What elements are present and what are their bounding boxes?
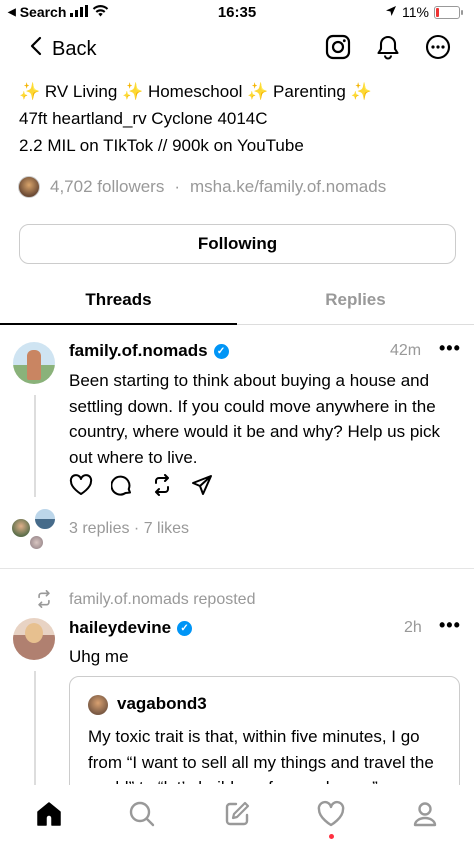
search-icon[interactable] (127, 799, 157, 829)
post-meta[interactable]: 3 replies · 7 likes (69, 520, 189, 538)
repost-label[interactable]: family.of.nomads reposted (69, 591, 255, 609)
followers-count[interactable]: 4,702 followers (50, 177, 164, 197)
notification-dot (329, 834, 334, 839)
location-arrow-icon (385, 4, 397, 20)
post-actions (69, 474, 213, 501)
post-text: Been starting to think about buying a ho… (69, 371, 441, 467)
repost-indicator-icon (35, 590, 53, 613)
home-icon[interactable] (34, 799, 64, 829)
profile-icon[interactable] (410, 799, 440, 829)
tab-replies[interactable]: Replies (237, 290, 474, 310)
compose-icon[interactable] (222, 799, 252, 829)
post-username[interactable]: family.of.nomads ✓ (69, 341, 229, 361)
profile-actions (324, 33, 452, 61)
post-time: 42m (390, 342, 422, 359)
bio-line: ✨ RV Living ✨ Homeschool ✨ Parenting ✨ (19, 82, 372, 101)
profile-link[interactable]: msha.ke/family.of.nomads (190, 177, 386, 197)
tab-divider (237, 324, 474, 325)
post-more-icon[interactable]: ••• (439, 338, 461, 359)
bio-line: 47ft heartland_rv Cyclone 4014C (19, 109, 268, 128)
verified-badge-icon: ✓ (177, 620, 193, 636)
back-label: Back (52, 37, 97, 60)
thread-line (34, 671, 36, 801)
back-button[interactable]: Back (30, 36, 96, 62)
avatar[interactable] (13, 342, 55, 384)
bottom-tab-bar (0, 785, 474, 842)
verified-badge-icon: ✓ (213, 343, 229, 359)
battery-percent: 11% (402, 4, 429, 20)
tab-threads[interactable]: Threads (0, 290, 237, 310)
post-more-icon[interactable]: ••• (439, 615, 461, 636)
instagram-icon[interactable] (324, 33, 352, 61)
share-icon[interactable] (191, 474, 213, 501)
active-tab-indicator (0, 323, 237, 325)
chevron-left-icon (30, 36, 42, 62)
status-right: 11% (385, 4, 463, 20)
repost-icon[interactable] (151, 474, 173, 501)
follower-avatar (18, 176, 40, 198)
quoted-text: My toxic trait is that, within five minu… (88, 727, 434, 784)
username-text: haileydevine (69, 618, 172, 637)
like-icon[interactable] (69, 474, 93, 501)
reply-icon[interactable] (110, 474, 133, 501)
post-time: 2h (404, 619, 422, 636)
reply-avatar (11, 518, 31, 538)
post-text: Uhg me (69, 647, 129, 666)
post-username[interactable]: haileydevine ✓ (69, 618, 193, 638)
avatar (88, 695, 108, 715)
thread-line (34, 395, 36, 497)
bio-line: 2.2 MIL on TIkTok // 900k on YouTube (19, 136, 304, 155)
status-bar: ◀ Search 16:35 11% (0, 0, 474, 26)
username-text: family.of.nomads (69, 341, 208, 360)
profile-bio: ✨ RV Living ✨ Homeschool ✨ Parenting ✨ 4… (19, 78, 372, 159)
more-options-icon[interactable] (424, 33, 452, 61)
battery-icon (434, 5, 463, 19)
followers-row: 4,702 followers · msha.ke/family.of.noma… (18, 176, 386, 198)
following-button[interactable]: Following (19, 224, 456, 264)
reply-avatar (29, 535, 44, 550)
separator-dot: · (174, 177, 181, 196)
bell-icon[interactable] (374, 33, 402, 61)
post-divider (0, 568, 474, 569)
reply-avatar (34, 508, 56, 530)
avatar[interactable] (13, 618, 55, 660)
quoted-username: vagabond3 (117, 694, 207, 713)
activity-heart-icon[interactable] (316, 799, 346, 829)
